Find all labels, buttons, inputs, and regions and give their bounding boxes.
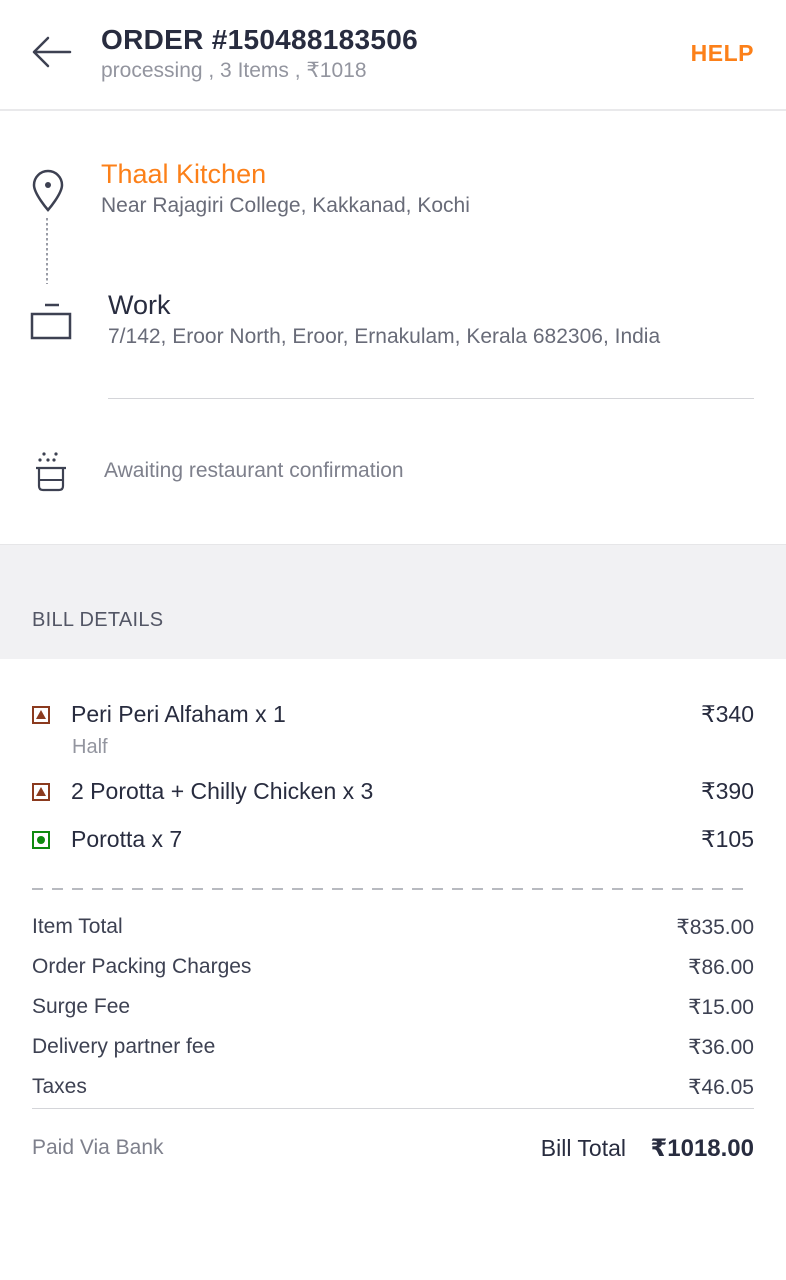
help-button[interactable]: HELP <box>691 40 754 67</box>
dashed-divider <box>32 888 748 890</box>
charge-row: Order Packing Charges ₹86.00 <box>0 955 786 983</box>
charge-row: Taxes ₹46.05 <box>0 1075 786 1103</box>
charge-value: ₹835.00 <box>676 916 754 939</box>
item-price: ₹340 <box>700 701 754 727</box>
non-veg-icon <box>32 706 50 724</box>
charge-row: Surge Fee ₹15.00 <box>0 995 786 1023</box>
route-dotted-line <box>46 218 48 284</box>
back-button[interactable] <box>30 34 72 70</box>
veg-icon <box>32 831 50 849</box>
order-header: ORDER #150488183506 processing , 3 Items… <box>0 0 786 111</box>
restaurant-name[interactable]: Thaal Kitchen <box>101 159 266 190</box>
charge-label: Delivery partner fee <box>32 1035 216 1058</box>
item-name: Peri Peri Alfaham x 1 <box>71 701 286 727</box>
bill-total-label: Bill Total <box>540 1135 626 1161</box>
briefcase-icon <box>30 302 74 342</box>
charge-value: ₹86.00 <box>688 956 754 979</box>
charge-value: ₹36.00 <box>688 1036 754 1059</box>
bill-details-header: BILL DETAILS <box>0 544 786 659</box>
restaurant-address: Near Rajagiri College, Kakkanad, Kochi <box>101 194 470 217</box>
location-pin-icon <box>30 168 66 212</box>
bill-details-title: BILL DETAILS <box>32 609 164 631</box>
delivery-address: 7/142, Eroor North, Eroor, Ernakulam, Ke… <box>108 325 661 348</box>
divider <box>32 1108 754 1109</box>
charge-label: Order Packing Charges <box>32 955 252 978</box>
item-price: ₹105 <box>700 826 754 852</box>
charge-row: Delivery partner fee ₹36.00 <box>0 1035 786 1063</box>
charge-label: Taxes <box>32 1075 87 1098</box>
order-status-text: Awaiting restaurant confirmation <box>104 459 404 482</box>
charge-label: Item Total <box>32 915 123 938</box>
charge-label: Surge Fee <box>32 995 131 1018</box>
charge-value: ₹15.00 <box>688 996 754 1019</box>
item-name: 2 Porotta + Chilly Chicken x 3 <box>71 778 374 804</box>
item-price: ₹390 <box>700 778 754 804</box>
order-title: ORDER #150488183506 <box>101 24 419 55</box>
item-name: Porotta x 7 <box>71 826 183 852</box>
arrow-left-icon <box>32 36 72 68</box>
non-veg-icon <box>32 783 50 801</box>
item-variant: Half <box>72 736 108 758</box>
divider <box>108 398 754 399</box>
cooking-pot-icon <box>34 450 70 494</box>
charge-row: Item Total ₹835.00 <box>0 915 786 943</box>
delivery-label: Work <box>108 290 171 320</box>
charge-value: ₹46.05 <box>688 1076 754 1099</box>
order-summary: processing , 3 Items , ₹1018 <box>101 59 367 82</box>
payment-method: Paid Via Bank <box>32 1136 164 1159</box>
bill-total-value: ₹1018.00 <box>650 1135 754 1162</box>
